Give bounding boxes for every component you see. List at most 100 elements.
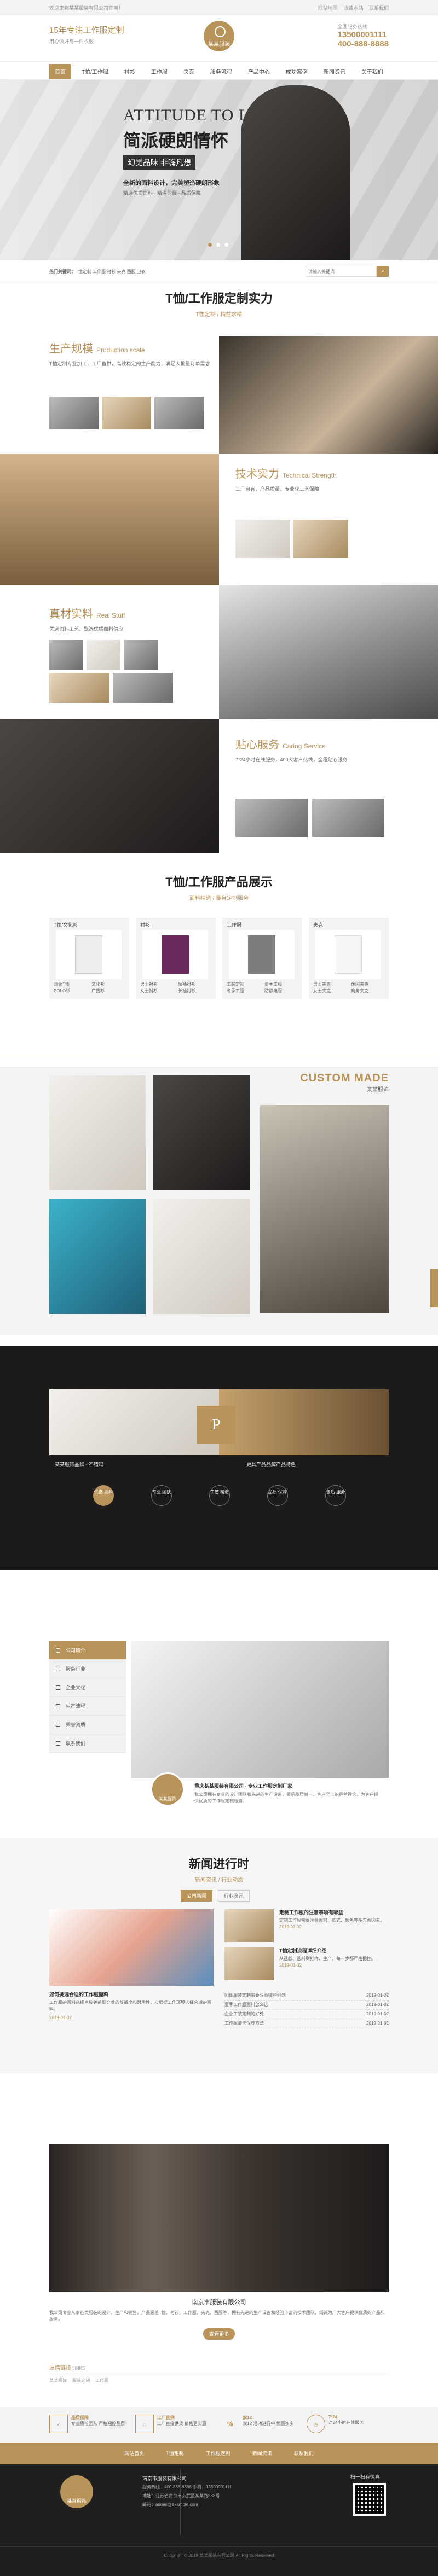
nav-item-products[interactable]: 产品中心 (243, 64, 275, 79)
friend-link[interactable]: 工作服 (95, 2377, 108, 2383)
about-menu-item[interactable]: 服务行业 (49, 1660, 126, 1678)
tab-company-news[interactable]: 公司新闻 (181, 1890, 213, 1902)
product-column[interactable]: 工作服 工装定制 冬季工服 夏季工服 防静电服 (222, 918, 302, 999)
banner-dots (208, 243, 228, 247)
about-menu: 公司简介 服务行业 企业文化 生产流程 荣誉资质 联系我们 (49, 1641, 126, 1753)
bookmark-link[interactable]: 收藏本站 (343, 5, 363, 11)
product-image[interactable] (142, 930, 208, 979)
feature-text: 优选面料工艺，甄选优质面料供应 (49, 626, 124, 632)
banner-dot[interactable] (208, 243, 212, 247)
brand-logo-icon: P (197, 1406, 235, 1444)
search-button[interactable]: ⌕ (377, 266, 389, 277)
news-list: 团体服装定制需要注意哪些问题 2019-01-02 夏季工作服面料怎么选 2019-… (224, 1991, 389, 2028)
service-photo (0, 719, 219, 853)
friend-links: 友情链接 LINKS 某某服饰 服装定制 工作服 (49, 2363, 389, 2383)
quality-icon: ✓ (49, 2415, 68, 2433)
nav-item-jacket[interactable]: 夹克 (178, 64, 200, 79)
about-menu-item[interactable]: 企业文化 (49, 1678, 126, 1697)
news-item[interactable]: 定制工作服的注意事项有哪些 定制工作服需要注意面料、款式、颜色等多方面因素。 20… (279, 1909, 389, 1930)
product-column[interactable]: 夹克 男士夹克 女士夹克 休闲夹克 商务夹克 (309, 918, 389, 999)
contact-link[interactable]: 联系我们 (369, 5, 389, 11)
gallery-photo[interactable] (153, 1075, 250, 1190)
news-thumb[interactable] (224, 1947, 274, 1980)
gallery-photo[interactable] (153, 1199, 250, 1314)
feature-text: T恤定制专业加工，工厂直供，高效稳定的生产能力，满足大批量订单需求 (49, 361, 210, 367)
logo[interactable]: 某某服装 (204, 21, 234, 51)
hero-banner[interactable]: ATTITUDE TO LIFE 简派硬朗情怀 幻觉品味 非嗨凡想 全新的面料设… (0, 80, 438, 260)
news-feature[interactable]: 如何挑选合适的工作服面料 工作服的面料选择直接关系到穿着的舒适度和耐用性，应根据工… (49, 1991, 214, 2021)
nav-item-news[interactable]: 新闻资讯 (318, 64, 351, 79)
nav-item-tshirt[interactable]: T恤/工作服 (76, 64, 114, 79)
footer-nav-item[interactable]: 新闻资讯 (252, 2443, 272, 2464)
news-item[interactable]: T恤定制流程详细介绍 从选款、选料到打样、生产，每一步都严格把控。 2019-01… (279, 1947, 389, 1969)
custom-made-en: CUSTOM MADE (300, 1072, 389, 1084)
about-menu-item[interactable]: 公司简介 (49, 1641, 126, 1660)
search-input[interactable] (306, 266, 377, 277)
dark-section: P 某某服饰品牌 · 不错吗 更具产品品牌产品特色 优选 面料 专业 团队 工艺… (0, 1346, 438, 1570)
banner-dot[interactable] (224, 243, 228, 247)
links-en: LINKS (72, 2366, 85, 2371)
gallery-section: CUSTOM MADE 某某服饰 (0, 1067, 438, 1335)
more-button[interactable]: 查看更多 (203, 2328, 235, 2340)
product-image[interactable] (315, 930, 381, 979)
news-list-item[interactable]: 工作服清洗保养方法 2019-01-02 (224, 2019, 389, 2028)
tab-industry-news[interactable]: 行业资讯 (218, 1890, 250, 1902)
gallery-photo[interactable] (49, 1075, 146, 1190)
news-list-item[interactable]: 企业工装定制的好处 2019-01-02 (224, 2010, 389, 2019)
footer-nav-item[interactable]: 联系我们 (294, 2443, 314, 2464)
advantage-icon: 工艺 精湛 (209, 1485, 230, 1506)
product-image[interactable] (229, 930, 295, 979)
product-column[interactable]: T恤/文化衫 圆领T恤 POLO衫 文化衫 广告衫 (49, 918, 129, 999)
friend-link[interactable]: 某某服饰 (49, 2377, 67, 2383)
nav-item-process[interactable]: 服务流程 (205, 64, 238, 79)
feature-title: 技术实力 Technical Strength (235, 468, 337, 480)
workshop-photo (293, 520, 348, 558)
feature-production: 生产规模 Production scale T恤定制专业加工，工厂直供，高效稳定的… (0, 336, 438, 454)
about-menu-item[interactable]: 联系我们 (49, 1734, 126, 1753)
news-list-item[interactable]: 夏季工作服面料怎么选 2019-01-02 (224, 2001, 389, 2010)
footer-nav-item[interactable]: T恤定制 (166, 2443, 184, 2464)
strength-subtitle: T恤定制 / 精益求精 (195, 312, 243, 318)
slogan-block: 15年专注工作服定制 用心做好每一件衣服 (49, 24, 124, 45)
feature-material: 真材实料 Real Stuff 优选面料工艺，甄选优质面料供应 (0, 585, 438, 719)
promise-item: ◷ 7*24 7*24小时在线服务 (306, 2415, 389, 2433)
nav-item-about[interactable]: 关于我们 (356, 64, 389, 79)
advantage-icons: 优选 面料 专业 团队 工艺 精湛 品质 保障 售后 服务 (93, 1485, 346, 1506)
footer-nav-item[interactable]: 工作服定制 (206, 2443, 230, 2464)
advantage-icon: 售后 服务 (325, 1485, 346, 1506)
material-photo (87, 640, 120, 670)
company-desc: 我公司专业从事各类服装的设计、生产和销售，产品涵盖T恤、衬衫、工作服、夹克、西服… (49, 2310, 385, 2322)
feature-title: 生产规模 Production scale (49, 343, 145, 355)
clock-icon: ◷ (306, 2415, 325, 2433)
sitemap-link[interactable]: 网站地图 (318, 5, 338, 11)
product-column[interactable]: 衬衫 男士衬衫 女士衬衫 短袖衬衫 长袖衬衫 (136, 918, 216, 999)
products-header: T恤/工作服产品展示 面料精选 / 量身定制服务 (0, 873, 438, 902)
about-menu-item[interactable]: 生产流程 (49, 1697, 126, 1716)
nav-item-shirt[interactable]: 衬衫 (119, 64, 141, 79)
dark-right-title: 更具产品品牌产品特色 (246, 1462, 296, 1467)
slogan: 15年专注工作服定制 (49, 26, 124, 35)
friend-link[interactable]: 服装定制 (72, 2377, 90, 2383)
nav-item-workwear[interactable]: 工作服 (146, 64, 173, 79)
footer-logo: 某某服饰 (60, 2475, 93, 2508)
floating-contact-tab[interactable] (430, 1269, 438, 1307)
news-list-item[interactable]: 团体服装定制需要注意哪些问题 2019-01-02 (224, 1991, 389, 2001)
about-menu-item[interactable]: 荣誉资质 (49, 1716, 126, 1734)
feature-text: 工厂自有，产品质量，专业化工艺保障 (235, 486, 320, 492)
advantage-icon: 优选 面料 (93, 1485, 114, 1506)
news-photo[interactable] (49, 1909, 214, 1986)
product-image[interactable] (56, 930, 122, 979)
nav-item-home[interactable]: 首页 (49, 63, 71, 79)
banner-dot[interactable] (216, 243, 220, 247)
keyword-list[interactable]: T恤定制 工作服 衬衫 夹克 西服 卫衣 (76, 269, 146, 274)
products-title: T恤/工作服产品展示 (165, 875, 273, 889)
factory-icon: ⌂ (135, 2415, 154, 2433)
search-bar: 热门关键词：T恤定制 工作服 衬衫 夹克 西服 卫衣 ⌕ (0, 260, 438, 282)
custom-made-cn: 某某服饰 (367, 1087, 389, 1093)
gallery-photo[interactable] (49, 1199, 146, 1314)
news-thumb[interactable] (224, 1909, 274, 1942)
news-tabs: 公司新闻 行业资讯 (181, 1890, 250, 1902)
nav-item-cases[interactable]: 成功案例 (280, 64, 313, 79)
material-photo (124, 640, 158, 670)
footer-nav-item[interactable]: 网站首页 (124, 2443, 144, 2464)
